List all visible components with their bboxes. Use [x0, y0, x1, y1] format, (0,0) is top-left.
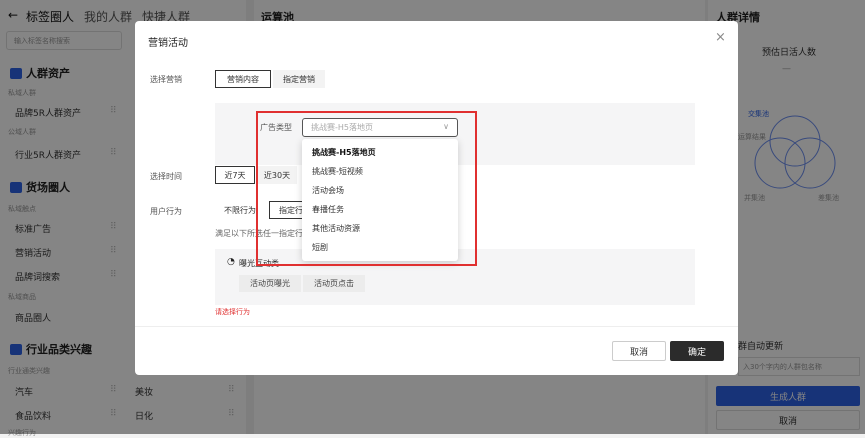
error-message: 请选择行为	[215, 308, 250, 316]
ad-type-label: 广告类型	[260, 123, 292, 132]
behavior-label: 用户行为	[150, 207, 182, 216]
divider	[135, 326, 738, 327]
behavior-hint: 满足以下所选任一指定行	[215, 229, 303, 238]
tab-last-30-days[interactable]: 近30天	[257, 166, 297, 184]
dropdown-option[interactable]: 活动会场	[312, 185, 344, 196]
exposure-title: 曝光互动类	[239, 259, 279, 268]
cancel-button[interactable]: 取消	[612, 341, 666, 361]
tab-last-7-days[interactable]: 近7天	[215, 166, 255, 184]
tab-marketing-content[interactable]: 营销内容	[215, 70, 271, 88]
tab-specified-marketing[interactable]: 指定营销	[273, 70, 325, 88]
dropdown-option[interactable]: 其他活动资源	[312, 223, 360, 234]
select-marketing-label: 选择营销	[150, 75, 182, 84]
ad-type-select[interactable]: 挑战赛-H5落地页 ∨	[302, 118, 458, 137]
modal-title: 营销活动	[148, 38, 188, 49]
confirm-button[interactable]: 确定	[670, 341, 724, 361]
chevron-down-icon: ∨	[443, 122, 449, 131]
close-icon[interactable]: ×	[715, 30, 726, 45]
time-label: 选择时间	[150, 172, 182, 181]
dropdown-option[interactable]: 短剧	[312, 242, 328, 253]
chip-page-click[interactable]: 活动页点击	[303, 275, 365, 292]
ad-type-value: 挑战赛-H5落地页	[311, 123, 373, 132]
ad-type-dropdown: 挑战赛-H5落地页 挑战赛-短视频 活动会场 春播任务 其他活动资源 短剧	[302, 139, 458, 261]
dropdown-option[interactable]: 挑战赛-短视频	[312, 166, 363, 177]
tab-no-limit-behavior[interactable]: 不限行为	[215, 201, 265, 219]
chip-page-exposure[interactable]: 活动页曝光	[239, 275, 301, 292]
dropdown-option[interactable]: 春播任务	[312, 204, 344, 215]
dropdown-option[interactable]: 挑战赛-H5落地页	[312, 147, 376, 158]
exposure-icon: ◔	[227, 257, 235, 267]
